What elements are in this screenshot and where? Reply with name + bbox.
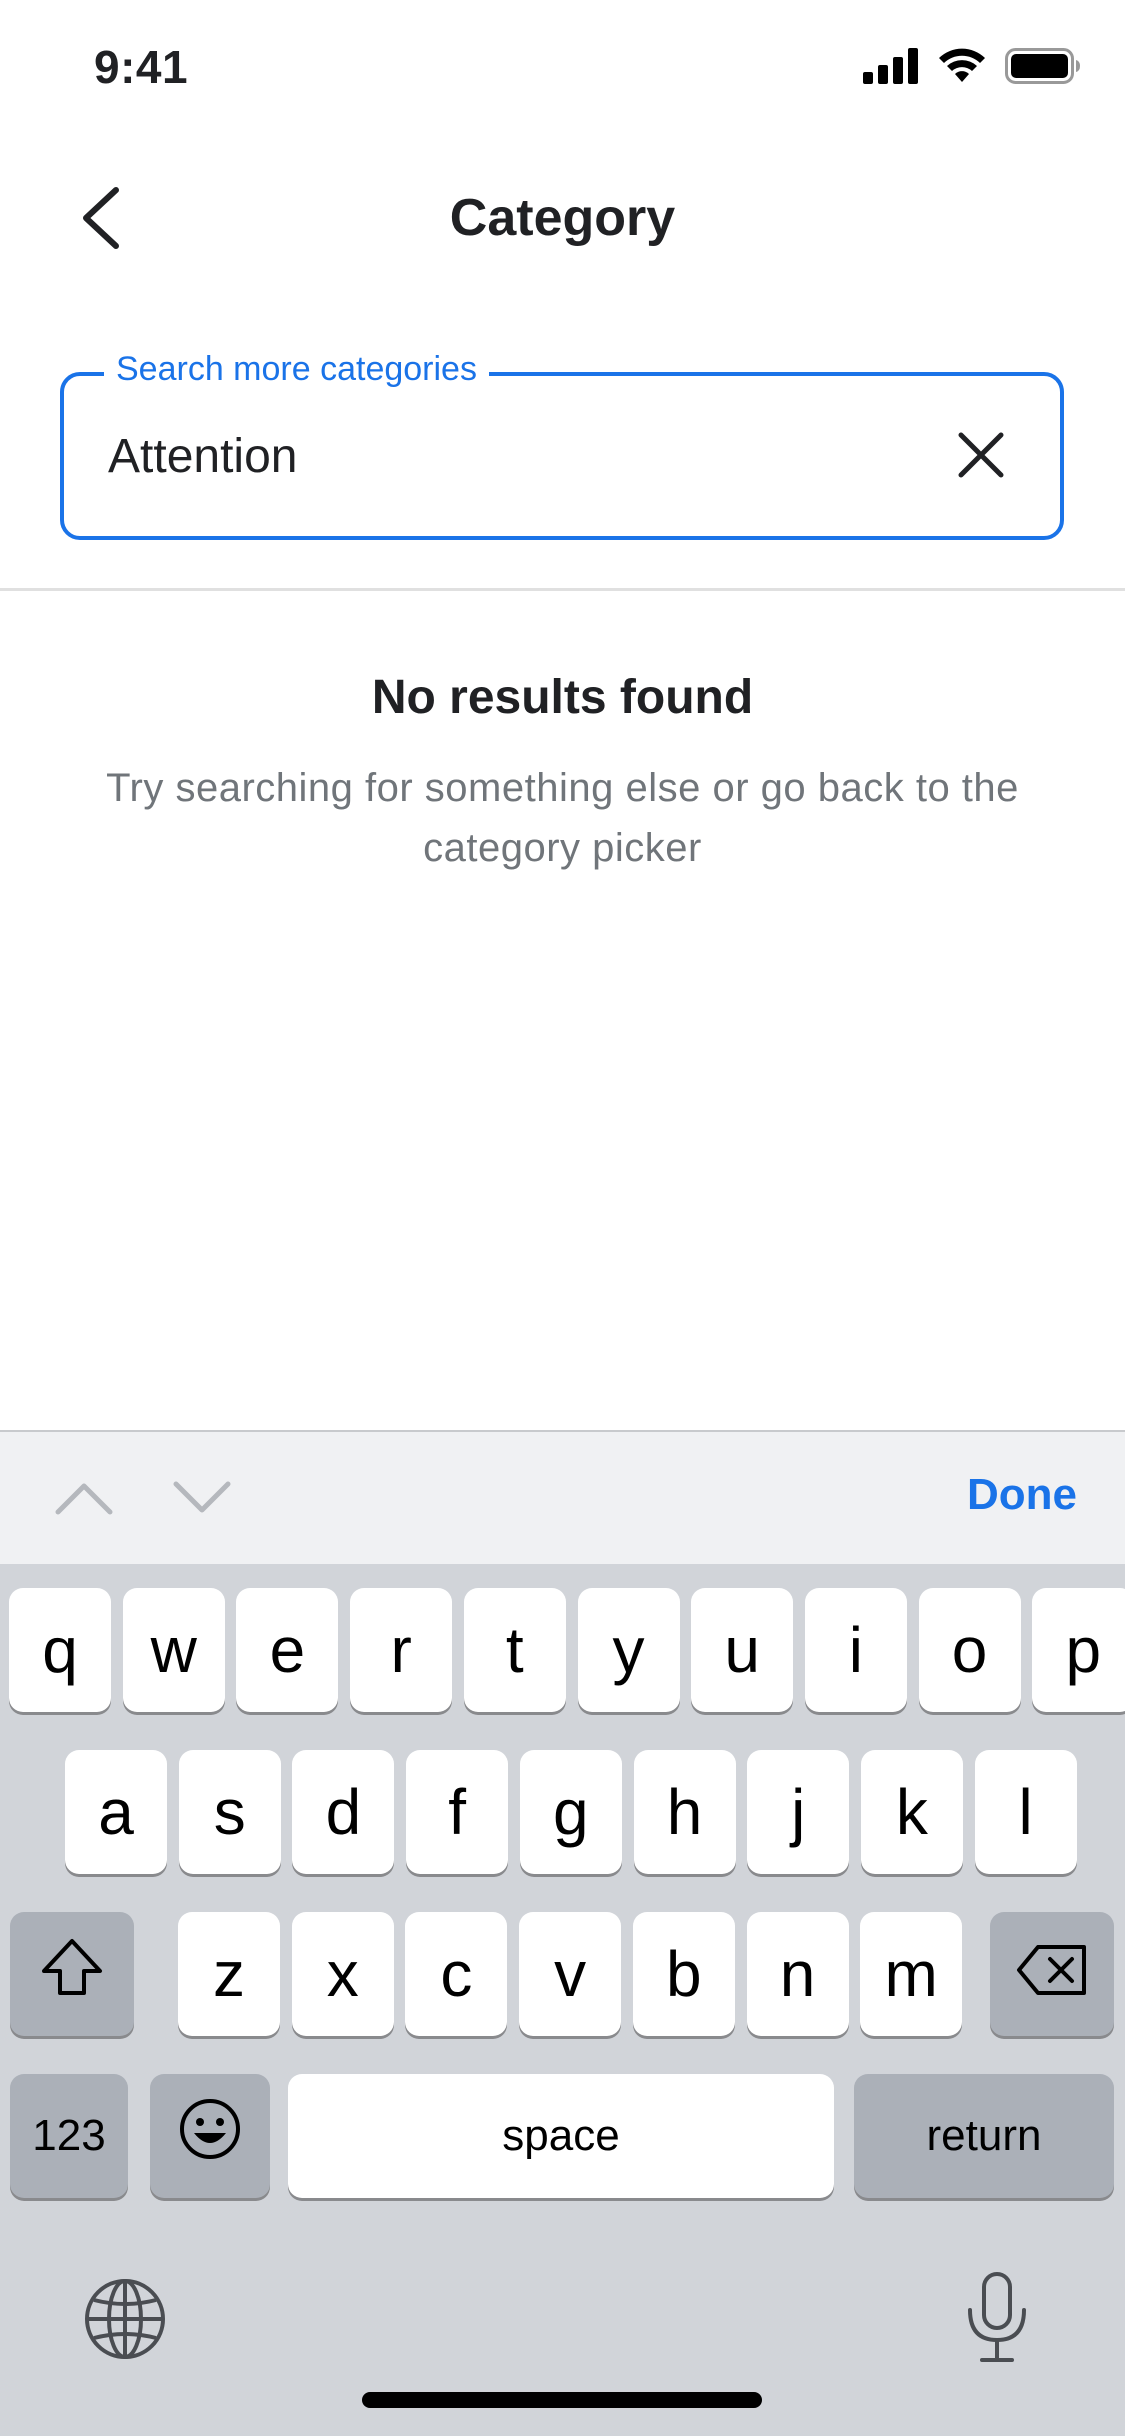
key-q[interactable]: q bbox=[9, 1588, 111, 1712]
done-button[interactable]: Done bbox=[967, 1470, 1077, 1520]
keyboard: 123 space return qwertyuiop asdfghjkl zxcv… bbox=[0, 1564, 1125, 2436]
dictation-button[interactable] bbox=[962, 2270, 1032, 2366]
close-icon bbox=[957, 431, 1005, 484]
wifi-icon bbox=[937, 48, 987, 89]
delete-key[interactable] bbox=[990, 1912, 1114, 2036]
key-o[interactable]: o bbox=[918, 1588, 1021, 1712]
numbers-key[interactable]: 123 bbox=[10, 2074, 128, 2198]
key-m[interactable]: m bbox=[860, 1912, 963, 2036]
previous-field-button[interactable] bbox=[44, 1460, 124, 1540]
space-key[interactable]: space bbox=[288, 2074, 834, 2198]
key-r[interactable]: r bbox=[350, 1588, 453, 1712]
key-l[interactable]: l bbox=[974, 1750, 1077, 1874]
empty-state-message: Try searching for something else or go b… bbox=[106, 766, 1019, 870]
search-label: Search more categories bbox=[104, 350, 489, 389]
home-indicator bbox=[362, 2392, 762, 2408]
status-icons bbox=[863, 48, 1081, 89]
key-e[interactable]: e bbox=[236, 1588, 339, 1712]
shift-key[interactable] bbox=[10, 1912, 134, 2036]
key-a[interactable]: a bbox=[65, 1750, 167, 1874]
key-n[interactable]: n bbox=[746, 1912, 849, 2036]
divider bbox=[0, 588, 1125, 591]
key-w[interactable]: w bbox=[122, 1588, 225, 1712]
header: Category bbox=[0, 150, 1125, 290]
globe-button[interactable] bbox=[82, 2276, 168, 2362]
key-h[interactable]: h bbox=[633, 1750, 736, 1874]
battery-icon bbox=[1005, 48, 1081, 89]
clear-search-button[interactable] bbox=[938, 414, 1024, 500]
key-c[interactable]: c bbox=[405, 1912, 508, 2036]
next-field-button[interactable] bbox=[162, 1460, 242, 1540]
microphone-icon bbox=[962, 2272, 1032, 2370]
key-u[interactable]: u bbox=[691, 1588, 794, 1712]
chevron-down-icon bbox=[172, 1480, 232, 1521]
key-i[interactable]: i bbox=[804, 1588, 907, 1712]
backspace-icon bbox=[1016, 1937, 1088, 2011]
return-key[interactable]: return bbox=[854, 2074, 1114, 2198]
status-bar: 9:41 bbox=[0, 0, 1125, 140]
emoji-key[interactable] bbox=[150, 2074, 270, 2198]
keyboard-accessory-bar: Done bbox=[0, 1430, 1125, 1564]
chevron-up-icon bbox=[54, 1480, 114, 1521]
key-y[interactable]: y bbox=[577, 1588, 680, 1712]
key-b[interactable]: b bbox=[632, 1912, 735, 2036]
empty-state-title: No results found bbox=[371, 671, 754, 724]
key-j[interactable]: j bbox=[747, 1750, 850, 1874]
key-x[interactable]: x bbox=[291, 1912, 394, 2036]
key-g[interactable]: g bbox=[519, 1750, 622, 1874]
key-p[interactable]: p bbox=[1032, 1588, 1125, 1712]
globe-icon bbox=[82, 2279, 168, 2366]
status-time: 9:41 bbox=[94, 41, 189, 93]
key-z[interactable]: z bbox=[178, 1912, 280, 2036]
key-s[interactable]: s bbox=[178, 1750, 281, 1874]
key-f[interactable]: f bbox=[406, 1750, 509, 1874]
key-t[interactable]: t bbox=[463, 1588, 566, 1712]
key-d[interactable]: d bbox=[292, 1750, 395, 1874]
key-k[interactable]: k bbox=[860, 1750, 963, 1874]
page-title: Category bbox=[449, 189, 676, 247]
shift-icon bbox=[40, 1937, 104, 2012]
emoji-icon bbox=[178, 2097, 242, 2176]
key-v[interactable]: v bbox=[519, 1912, 622, 2036]
signal-icon bbox=[863, 48, 919, 89]
search-field[interactable]: Search more categories bbox=[60, 350, 1064, 540]
search-input[interactable] bbox=[108, 416, 888, 496]
